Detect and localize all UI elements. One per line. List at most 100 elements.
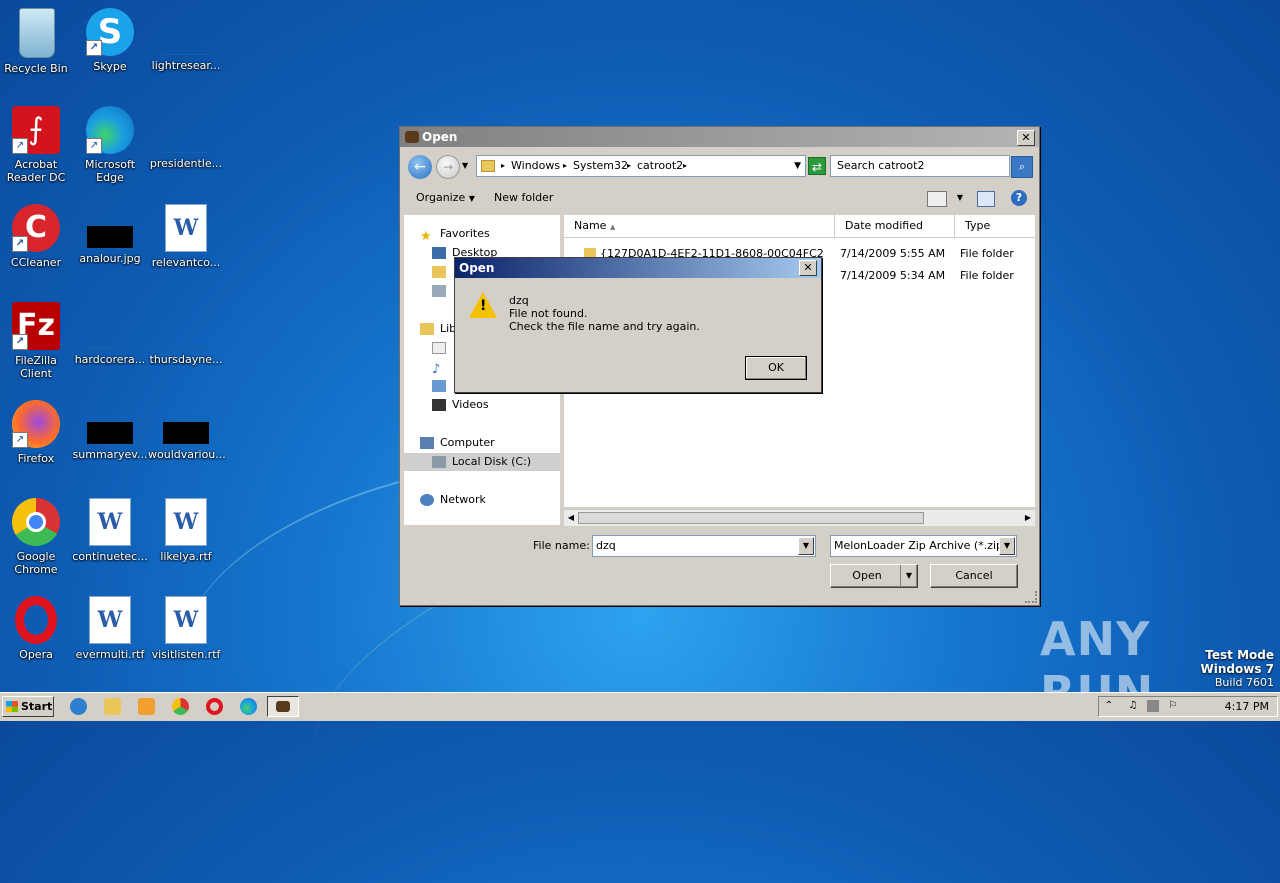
desktop-icon-thursdayne[interactable]: thursdayne... — [148, 302, 224, 366]
desktop-icon-wouldvariou[interactable]: wouldvariou... — [148, 400, 226, 461]
search-input[interactable]: Search catroot2 ⌕ — [830, 155, 1033, 178]
desktop-icon-ccleaner[interactable]: C ↗ CCleaner — [0, 204, 74, 269]
app-icon — [276, 701, 290, 712]
file-icon — [87, 302, 133, 349]
media-player-icon[interactable] — [138, 698, 155, 715]
desktop-icon-acrobat[interactable]: ⨍ ↗ Acrobat Reader DC — [0, 106, 74, 184]
chevron-down-icon[interactable]: ▼ — [999, 537, 1015, 555]
forward-button[interactable]: → — [436, 155, 460, 179]
image-file-icon — [87, 422, 133, 444]
desktop-icon-recycle-bin[interactable]: Recycle Bin — [0, 8, 74, 75]
back-button[interactable]: ← — [408, 155, 432, 179]
file-type-filter[interactable]: MelonLoader Zip Archive (*.zip) ▼ — [830, 535, 1017, 557]
documents-icon — [432, 342, 446, 354]
breadcrumb-windows[interactable]: Windows — [511, 156, 560, 176]
recent-pages-dropdown-icon[interactable]: ▼ — [462, 161, 468, 170]
star-icon: ★ — [420, 229, 432, 244]
breadcrumb-catroot2[interactable]: catroot2 — [637, 156, 683, 176]
chrome-icon[interactable] — [172, 698, 189, 715]
desktop-icon-opera[interactable]: Opera — [0, 596, 74, 661]
horizontal-scrollbar[interactable]: ◀ ▶ — [564, 509, 1035, 526]
breadcrumb-system32[interactable]: System32 — [573, 156, 628, 176]
message-titlebar[interactable]: Open ✕ — [455, 258, 821, 278]
close-button[interactable]: ✕ — [1017, 130, 1035, 146]
search-icon[interactable]: ⌕ — [1011, 156, 1033, 178]
desktop-icon-likelya[interactable]: W likelya.rtf — [148, 498, 224, 563]
action-center-flag-icon[interactable]: ⚐ — [1167, 700, 1179, 712]
desktop-icon-hardcorera[interactable]: hardcorera... — [72, 302, 148, 366]
desktop-icon-skype[interactable]: S ↗ Skype — [72, 8, 148, 73]
ie-icon[interactable] — [70, 698, 87, 715]
word-document-icon: W — [89, 596, 131, 644]
file-name-input[interactable]: dzq ▼ — [592, 535, 816, 557]
desktop-icon-presidentle[interactable]: presidentle... — [148, 106, 224, 170]
open-button[interactable]: Open ▼ — [830, 564, 918, 588]
nav-videos[interactable]: Videos — [432, 396, 489, 414]
desktop-icon-chrome[interactable]: Google Chrome — [0, 498, 74, 576]
ok-button[interactable]: OK — [745, 356, 807, 380]
scrollbar-thumb[interactable] — [578, 512, 924, 524]
dialog-titlebar[interactable]: Open ✕ — [400, 127, 1039, 147]
organize-menu[interactable]: Organize ▼ — [416, 185, 475, 212]
desktop-icon-visitlisten[interactable]: W visitlisten.rtf — [148, 596, 224, 661]
show-hidden-icons[interactable]: ⌃ — [1103, 700, 1115, 712]
desktop-icon-relevantco[interactable]: W relevantco... — [148, 204, 224, 269]
nav-pictures[interactable] — [432, 377, 452, 395]
filezilla-icon: Fz ↗ — [12, 302, 60, 350]
image-file-icon — [87, 226, 133, 248]
music-icon: ♪ — [432, 362, 441, 377]
desktop-icon-summaryev[interactable]: summaryev... — [72, 400, 148, 461]
cancel-button[interactable]: Cancel — [930, 564, 1018, 588]
scroll-right-icon[interactable]: ▶ — [1022, 511, 1034, 525]
desktop-icon-lightresear[interactable]: lightresear... — [148, 8, 224, 72]
nav-libraries[interactable]: Lib — [420, 320, 456, 338]
new-folder-button[interactable]: New folder — [494, 185, 553, 211]
ccleaner-icon: C ↗ — [12, 204, 60, 252]
taskbar-active-window[interactable] — [267, 696, 299, 717]
desktop-icon-filezilla[interactable]: Fz ↗ FileZilla Client — [0, 302, 74, 380]
desktop-icon-analour[interactable]: analour.jpg — [72, 204, 148, 265]
file-icon — [163, 8, 209, 55]
speaker-icon[interactable]: ♫ — [1127, 700, 1139, 712]
explorer-icon[interactable] — [104, 698, 121, 715]
column-name[interactable]: Name ▲ — [564, 215, 835, 237]
desktop-icon-edge[interactable]: ↗ Microsoft Edge — [72, 106, 148, 184]
libraries-icon — [420, 323, 434, 335]
chevron-down-icon[interactable]: ▼ — [798, 537, 814, 555]
skype-icon: S ↗ — [86, 8, 134, 56]
column-date-modified[interactable]: Date modified — [835, 215, 955, 237]
nav-recent[interactable] — [432, 282, 452, 300]
nav-computer[interactable]: Computer — [420, 434, 495, 452]
refresh-button[interactable]: ⇄ — [808, 157, 826, 175]
help-icon[interactable]: ? — [1011, 190, 1027, 206]
nav-music[interactable]: ♪ — [432, 358, 452, 377]
sort-ascending-icon: ▲ — [609, 223, 616, 231]
nav-downloads[interactable] — [432, 263, 452, 281]
message-text: dzq File not found. Check the file name … — [509, 294, 700, 333]
nav-local-disk[interactable]: Local Disk (C:) — [404, 453, 560, 471]
open-split-dropdown-icon[interactable]: ▼ — [900, 565, 917, 587]
opera-icon[interactable] — [206, 698, 223, 715]
start-button[interactable]: Start — [2, 696, 54, 717]
scroll-left-icon[interactable]: ◀ — [565, 511, 577, 525]
nav-favorites[interactable]: ★ Favorites — [420, 225, 490, 244]
network-tray-icon[interactable] — [1147, 700, 1159, 712]
nav-network[interactable]: Network — [420, 491, 486, 509]
taskbar: Start ⌃ ♫ ⚐ 4:17 PM — [0, 692, 1280, 721]
edge-icon[interactable] — [240, 698, 257, 715]
desktop-icon-evermulti[interactable]: W evermulti.rtf — [72, 596, 148, 661]
dialog-title: Open — [422, 130, 458, 144]
network-icon — [420, 494, 434, 506]
column-type[interactable]: Type — [955, 215, 1035, 237]
breadcrumb[interactable]: ▸ Windows ▸ System32 ▸ catroot2 ▸ ▼ — [476, 155, 806, 177]
resize-grip[interactable] — [1025, 591, 1037, 603]
preview-pane-icon[interactable] — [977, 191, 995, 207]
change-view-icon[interactable] — [927, 191, 947, 207]
desktop-icon-continuetec[interactable]: W continuetec... — [72, 498, 148, 563]
message-close-button[interactable]: ✕ — [799, 260, 817, 276]
view-dropdown-icon[interactable]: ▼ — [957, 185, 963, 211]
nav-documents[interactable] — [432, 339, 452, 357]
clock[interactable]: 4:17 PM — [1225, 697, 1269, 716]
address-dropdown-icon[interactable]: ▼ — [794, 156, 801, 176]
desktop-icon-firefox[interactable]: ↗ Firefox — [0, 400, 74, 465]
